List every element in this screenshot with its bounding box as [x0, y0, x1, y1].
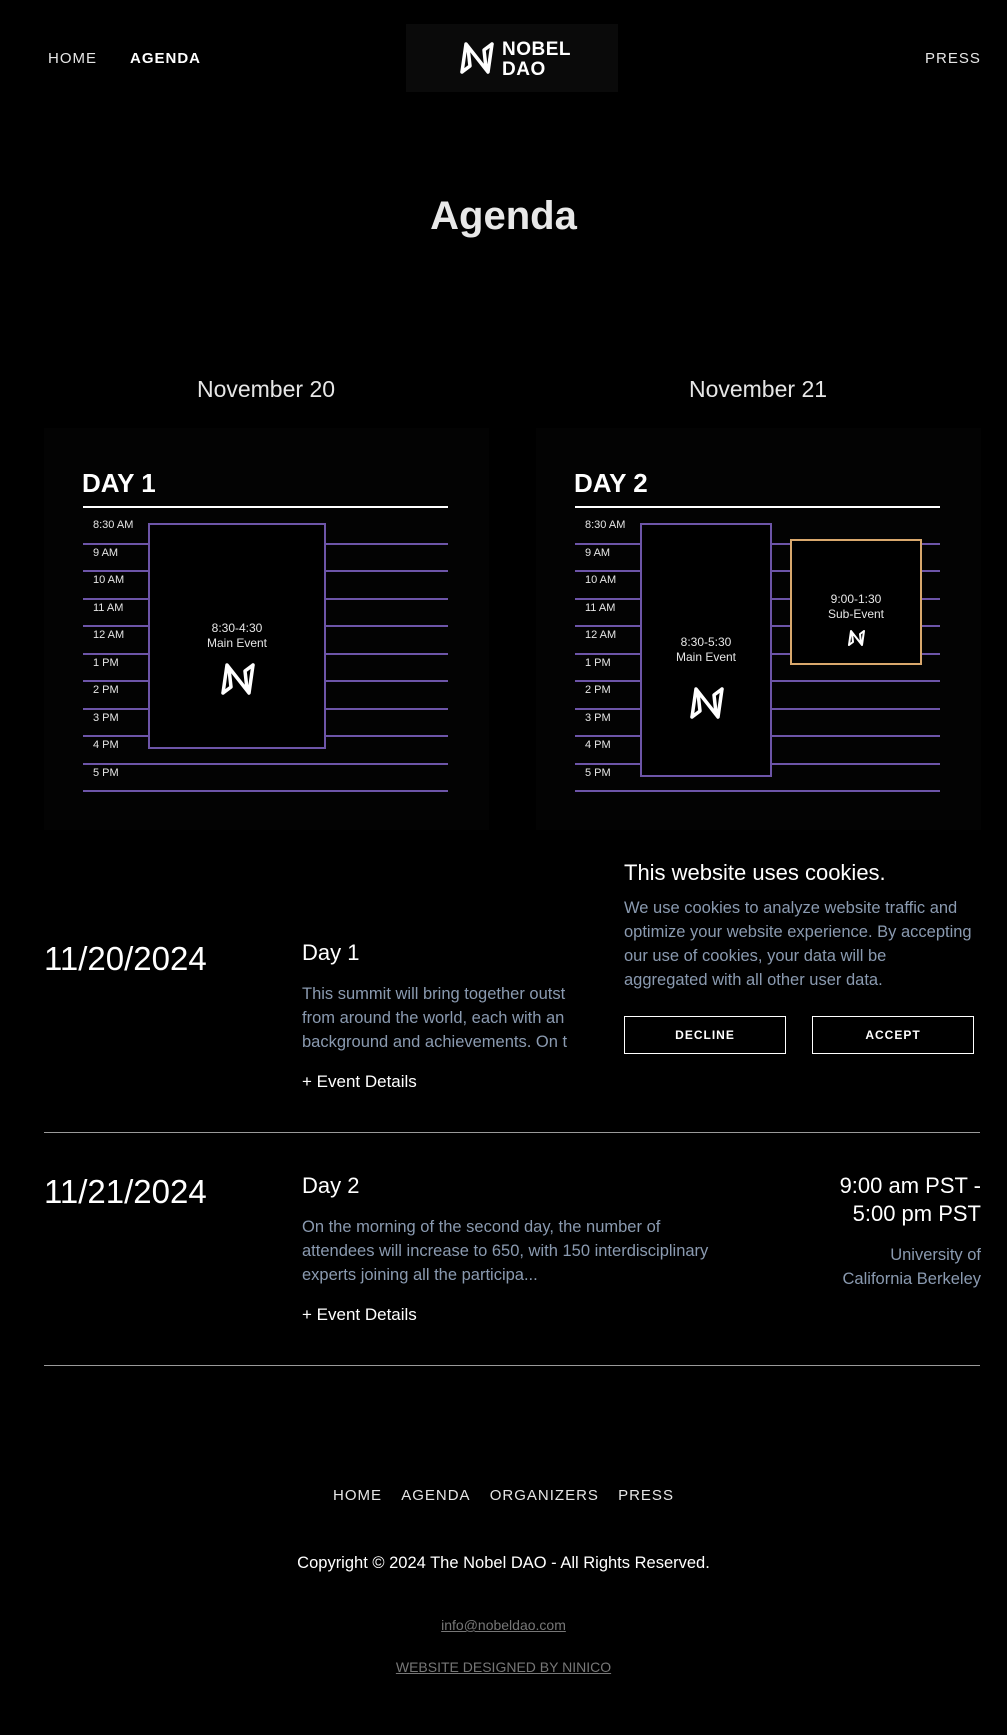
site-logo[interactable]: NOBEL DAO [406, 24, 618, 92]
footer-nav: HOME AGENDA ORGANIZERS PRESS [0, 1487, 1007, 1504]
row2-date: 11/21/2024 [44, 1173, 207, 1210]
cookie-banner: This website uses cookies. We use cookie… [600, 842, 1007, 1068]
cookie-decline-button[interactable]: DECLINE [624, 1016, 786, 1054]
hour-label: 11 AM [93, 601, 124, 614]
hour-label: 10 AM [585, 574, 617, 586]
logo-line-2: DAO [502, 59, 546, 80]
hour-label: 9 AM [93, 546, 119, 559]
day2-rule [575, 506, 940, 508]
hour-line [83, 790, 448, 792]
hour-label: 12 AM [93, 629, 125, 641]
day2-label: DAY 2 [574, 468, 648, 498]
row2-time: 9:00 am PST - 5:00 pm PST [840, 1172, 981, 1228]
footer-press-link[interactable]: PRESS [618, 1487, 674, 1504]
row1-event-details-toggle[interactable]: + Event Details [302, 1072, 417, 1092]
row1-description: This summit will bring together outst fr… [302, 985, 568, 1051]
copyright-text: Copyright © 2024 The Nobel DAO - All Rig… [297, 1554, 710, 1572]
day1-main-event-block[interactable]: 8:30-4:30 Main Event [148, 523, 326, 749]
footer-credit-link[interactable]: WEBSITE DESIGNED BY NINICO [0, 1659, 1007, 1675]
row1-date: 11/20/2024 [44, 940, 207, 977]
row-divider [44, 1365, 980, 1366]
logo-wordmark: NOBEL DAO [502, 40, 571, 80]
day2-date-heading: November 21 [688, 376, 828, 402]
row2-time-end: 5:00 pm PST [852, 1201, 981, 1226]
hour-label: 2 PM [93, 684, 119, 696]
hour-label: 4 PM [93, 739, 119, 751]
day1-schedule-card: DAY 1 8:30-4:30 Main Event 8:30 AM 9 AM 10… [44, 428, 489, 830]
row-divider [44, 1132, 980, 1133]
row2-location-line2: California Berkeley [842, 1270, 981, 1288]
day2-sub-event-name: Sub-Event [827, 607, 885, 621]
day2-schedule-card: DAY 2 8:30-5:30 Main Event 9:00-1:30 Sub… [536, 428, 981, 830]
hour-label: 5 PM [93, 766, 119, 779]
logo-line-1: NOBEL [502, 39, 571, 60]
hour-label: 5 PM [585, 766, 611, 779]
day2-main-event-time: 8:30-5:30 [680, 635, 732, 649]
hour-label: 1 PM [93, 656, 119, 669]
hour-line [575, 790, 940, 792]
day2-sub-event-time: 9:00-1:30 [830, 592, 882, 606]
nobel-dao-logo-icon [460, 42, 494, 74]
row1-title: Day 1 [302, 940, 360, 965]
row2-description: On the morning of the second day, the nu… [302, 1218, 709, 1284]
footer-organizers-link[interactable]: ORGANIZERS [490, 1487, 599, 1504]
hour-line [83, 762, 448, 765]
row2-title: Day 2 [302, 1173, 360, 1198]
hour-label: 4 PM [585, 739, 611, 751]
row2-location: University of California Berkeley [843, 1243, 981, 1291]
nav-press-link[interactable]: PRESS [925, 50, 981, 67]
nobel-logo-small-icon [848, 630, 865, 646]
day1-main-event-time: 8:30-4:30 [211, 621, 263, 635]
footer-email-link[interactable]: info@nobeldao.com [0, 1617, 1007, 1633]
hour-label: 1 PM [585, 656, 611, 669]
hour-label: 3 PM [585, 711, 611, 724]
day1-label: DAY 1 [82, 468, 156, 498]
page-title: Agenda [430, 194, 577, 238]
hour-label: 2 PM [585, 684, 611, 696]
hour-label: 3 PM [93, 711, 119, 724]
nav-home-link[interactable]: HOME [48, 50, 97, 67]
row2-time-start: 9:00 am PST - [839, 1173, 981, 1198]
hour-label: 11 AM [585, 601, 616, 614]
day1-date-heading: November 20 [196, 376, 336, 402]
day2-main-event-block[interactable]: 8:30-5:30 Main Event [640, 523, 772, 777]
hour-label: 8:30 AM [585, 519, 626, 531]
cookie-text: We use cookies to analyze website traffi… [624, 899, 972, 989]
day2-sub-event-block[interactable]: 9:00-1:30 Sub-Event [790, 539, 922, 665]
nobel-logo-icon [690, 687, 724, 719]
nobel-logo-icon [221, 663, 255, 695]
cookie-accept-button[interactable]: ACCEPT [812, 1016, 974, 1054]
hour-label: 10 AM [93, 574, 125, 586]
row2-event-details-toggle[interactable]: + Event Details [302, 1305, 417, 1325]
cookie-title: This website uses cookies. [624, 860, 886, 885]
hour-label: 9 AM [585, 546, 611, 559]
day1-main-event-name: Main Event [206, 636, 268, 650]
row2-location-line1: University of [890, 1246, 981, 1264]
hour-label: 8:30 AM [93, 519, 134, 531]
nav-agenda-link[interactable]: AGENDA [130, 50, 201, 67]
day2-main-event-name: Main Event [675, 650, 737, 664]
hour-label: 12 AM [585, 629, 617, 641]
footer-home-link[interactable]: HOME [333, 1487, 382, 1504]
footer-agenda-link[interactable]: AGENDA [401, 1487, 470, 1504]
day1-rule [83, 506, 448, 508]
